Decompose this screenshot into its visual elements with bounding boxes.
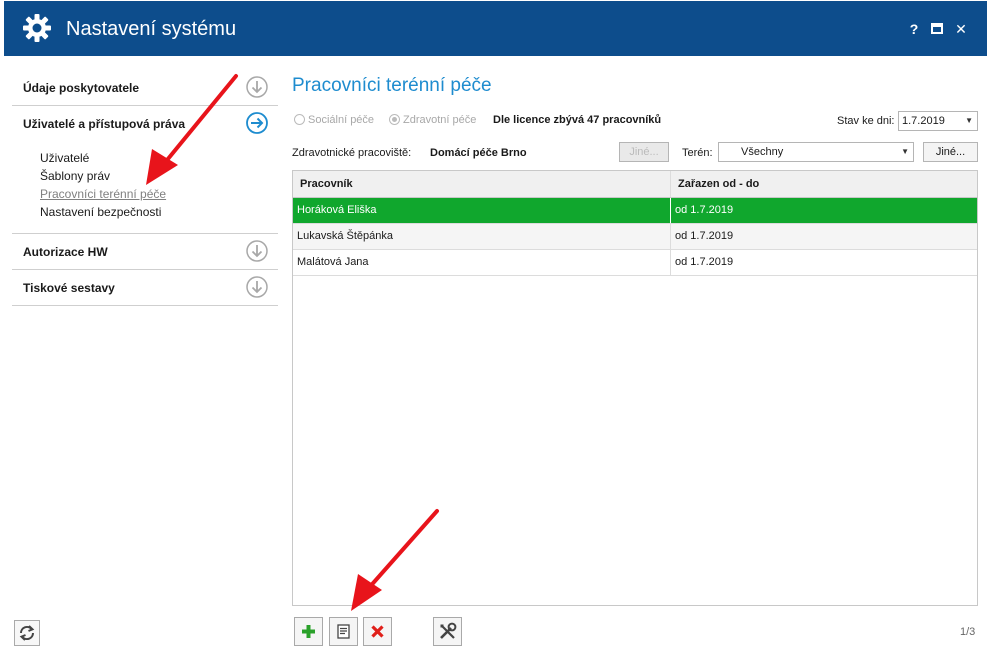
- cell-period: od 1.7.2019: [675, 256, 734, 268]
- arrow-down-circle-icon[interactable]: [246, 76, 268, 98]
- cell-period: od 1.7.2019: [675, 204, 734, 216]
- page-title: Pracovníci terénní péče: [292, 75, 492, 96]
- nav-item-security-settings[interactable]: Nastavení bezpečnosti: [40, 203, 278, 221]
- gear-icon: [23, 14, 51, 42]
- maximize-button[interactable]: [929, 21, 945, 37]
- terrain-other-button[interactable]: Jiné...: [923, 142, 978, 162]
- nav-item-users[interactable]: Uživatelé: [40, 149, 278, 167]
- nav-section-hw-authorization[interactable]: Autorizace HW: [12, 234, 278, 270]
- radio-health-care: Zdravotní péče: [389, 114, 476, 126]
- nav-section-label: Údaje poskytovatele: [23, 81, 140, 95]
- settings-nav: Údaje poskytovatele Uživatelé a přístupo…: [12, 70, 278, 306]
- cell-worker: Malátová Jana: [293, 250, 671, 275]
- cell-worker: Lukavská Štěpánka: [293, 224, 671, 249]
- arrow-down-circle-icon[interactable]: [246, 240, 268, 262]
- radio-dot: [389, 114, 400, 125]
- workplace-label: Zdravotnické pracoviště:: [292, 147, 412, 159]
- workers-table: Pracovník Zařazen od - do Horáková Elišk…: [292, 170, 978, 606]
- workplace-value: Domácí péče Brno: [430, 147, 527, 159]
- nav-item-field-workers[interactable]: Pracovníci terénní péče: [40, 185, 278, 203]
- terrain-select[interactable]: Všechny ▼: [718, 142, 914, 162]
- refresh-icon: [19, 625, 35, 641]
- date-select-value: 1.7.2019: [902, 115, 945, 127]
- radio-dot: [294, 114, 305, 125]
- date-select[interactable]: 1.7.2019 ▼: [898, 111, 978, 131]
- nav-section-label: Tiskové sestavy: [23, 281, 115, 295]
- table-row[interactable]: Horáková Eliška od 1.7.2019: [293, 198, 977, 224]
- terrain-select-value: Všechny: [741, 146, 784, 158]
- help-button[interactable]: ?: [906, 21, 922, 37]
- table-row[interactable]: Malátová Jana od 1.7.2019: [293, 250, 977, 276]
- edit-button[interactable]: [329, 617, 358, 646]
- stav-label: Stav ke dni:: [837, 115, 895, 127]
- close-button[interactable]: ✕: [953, 21, 969, 37]
- arrow-right-circle-icon[interactable]: [246, 112, 268, 134]
- maximize-icon: [931, 23, 943, 34]
- nav-section-print-reports[interactable]: Tiskové sestavy: [12, 270, 278, 306]
- nav-item-permission-templates[interactable]: Šablony práv: [40, 167, 278, 185]
- workplace-other-button: Jiné...: [619, 142, 669, 162]
- radio-social-care: Sociální péče: [294, 114, 374, 126]
- radio-label: Sociální péče: [308, 114, 375, 126]
- title-bar: Nastavení systému ? ✕: [4, 1, 987, 56]
- add-button[interactable]: [294, 617, 323, 646]
- nav-section-users[interactable]: Uživatelé a přístupová práva: [12, 106, 278, 141]
- nav-subitems: Uživatelé Šablony práv Pracovníci terénn…: [12, 141, 278, 234]
- delete-button[interactable]: [363, 617, 392, 646]
- table-header: Pracovník Zařazen od - do: [293, 171, 977, 198]
- nav-section-label: Autorizace HW: [23, 245, 108, 259]
- tools-icon: [440, 622, 457, 639]
- filter-row: Sociální péče Zdravotní péče Dle licence…: [292, 111, 978, 133]
- delete-icon: [371, 625, 384, 638]
- refresh-button[interactable]: [14, 620, 40, 646]
- window-title: Nastavení systému: [66, 18, 237, 40]
- workplace-row: Zdravotnické pracoviště: Domácí péče Brn…: [292, 142, 978, 164]
- plus-icon: [302, 625, 315, 638]
- column-header-assigned[interactable]: Zařazen od - do: [671, 171, 977, 197]
- table-row[interactable]: Lukavská Štěpánka od 1.7.2019: [293, 224, 977, 250]
- chevron-down-icon: ▼: [901, 147, 909, 156]
- chevron-down-icon: ▼: [965, 116, 973, 125]
- nav-section-provider[interactable]: Údaje poskytovatele: [12, 70, 278, 106]
- arrow-down-circle-icon[interactable]: [246, 276, 268, 298]
- pager-indicator: 1/3: [960, 626, 976, 638]
- nav-section-label: Uživatelé a přístupová práva: [23, 117, 186, 131]
- radio-label: Zdravotní péče: [403, 114, 477, 126]
- edit-document-icon: [337, 624, 350, 639]
- settings-tools-button[interactable]: [433, 617, 462, 646]
- license-info: Dle licence zbývá 47 pracovníků: [493, 114, 662, 126]
- cell-period: od 1.7.2019: [675, 230, 734, 242]
- terrain-label: Terén:: [682, 147, 713, 159]
- cell-worker: Horáková Eliška: [293, 198, 671, 223]
- column-header-worker[interactable]: Pracovník: [293, 171, 671, 197]
